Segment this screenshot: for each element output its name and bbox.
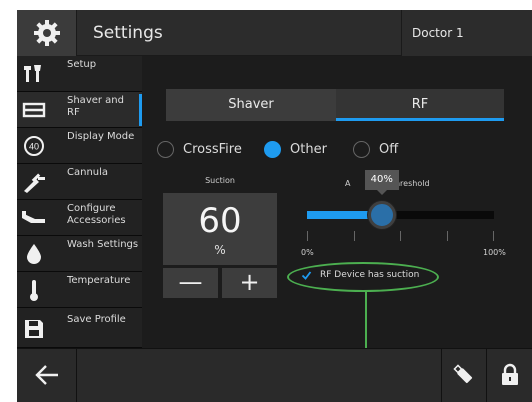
tab-shaver[interactable]: Shaver (166, 89, 336, 121)
accessories-icon (21, 206, 47, 230)
usb-button[interactable] (441, 348, 486, 402)
slider-tick (447, 231, 448, 241)
radio-off[interactable]: Off (353, 140, 398, 158)
lock-icon (501, 363, 518, 385)
radio-label: Other (290, 141, 327, 157)
sidebar-item-display-mode[interactable]: 40 Display Mode (17, 128, 142, 164)
arrow-left-icon (34, 365, 58, 385)
sidebar-item-temperature[interactable]: Temperature (17, 272, 142, 308)
lock-button[interactable] (486, 348, 532, 402)
back-button[interactable] (17, 348, 77, 402)
radio-dot-selected (264, 140, 281, 158)
thermometer-icon (21, 278, 47, 302)
sidebar-item-label: Display Mode (67, 131, 135, 142)
cannula-icon (21, 170, 47, 194)
sidebar-item-save-profile[interactable]: Save Profile (17, 308, 142, 348)
sidebar-item-label: Cannula (67, 167, 109, 178)
highlight-ellipse-annotation (287, 262, 439, 292)
shaver-icon (21, 98, 47, 122)
tab-rf[interactable]: RF (336, 89, 504, 121)
sidebar-item-label: Wash Settings (67, 239, 139, 250)
tools-icon (21, 62, 47, 86)
droplet-icon (21, 242, 47, 266)
page-title: Settings (93, 23, 163, 43)
slider-max-label: 100% (483, 248, 506, 257)
slider-min-label: 0% (301, 248, 314, 257)
sidebar-item-label: Temperature (67, 275, 131, 286)
display-mode-icon-text: 40 (29, 142, 39, 152)
user-selector[interactable]: Doctor 1 (401, 10, 532, 56)
threshold-title-left: A (345, 179, 351, 188)
sidebar-item-label: Shaver and RF (67, 95, 124, 118)
slider-tick (307, 231, 308, 241)
threshold-slider-handle[interactable] (367, 201, 396, 229)
settings-gear-button[interactable] (17, 10, 77, 56)
slider-tick (400, 231, 401, 241)
threshold-slider-track[interactable] (307, 211, 494, 219)
radio-label: CrossFire (183, 141, 242, 157)
suction-increase-button[interactable]: + (222, 268, 277, 298)
suction-display: 60 % (163, 193, 277, 265)
user-name: Doctor 1 (412, 26, 464, 40)
radio-other[interactable]: Other (264, 140, 327, 158)
slider-tick (354, 231, 355, 241)
sidebar-item-label: Setup (67, 59, 97, 70)
radio-crossfire[interactable]: CrossFire (157, 140, 242, 158)
radio-dot (353, 140, 370, 158)
sidebar: Setup Shaver and RF 40 Display Mode Cann… (17, 56, 142, 348)
gear-icon (33, 20, 60, 46)
suction-decrease-button[interactable]: — (163, 268, 218, 298)
radio-dot (157, 140, 174, 158)
sidebar-item-label: Configure Accessories (67, 203, 126, 226)
slider-tick (493, 231, 494, 241)
sidebar-item-configure-accessories[interactable]: Configure Accessories (17, 200, 142, 236)
display-mode-icon: 40 (21, 134, 47, 158)
sidebar-item-wash-settings[interactable]: Wash Settings (17, 236, 142, 272)
radio-label: Off (379, 141, 399, 157)
suction-value: 60 (198, 201, 242, 241)
suction-title: Suction (205, 176, 235, 185)
sidebar-item-shaver-and-rf[interactable]: Shaver and RF (17, 92, 142, 128)
sidebar-item-cannula[interactable]: Cannula (17, 164, 142, 200)
threshold-value-tooltip: 40% (364, 170, 399, 195)
save-icon (21, 317, 47, 341)
sidebar-item-label: Save Profile (67, 314, 126, 325)
usb-drive-icon (453, 364, 473, 384)
suction-unit: % (214, 243, 226, 257)
sidebar-item-setup[interactable]: Setup (17, 56, 142, 92)
